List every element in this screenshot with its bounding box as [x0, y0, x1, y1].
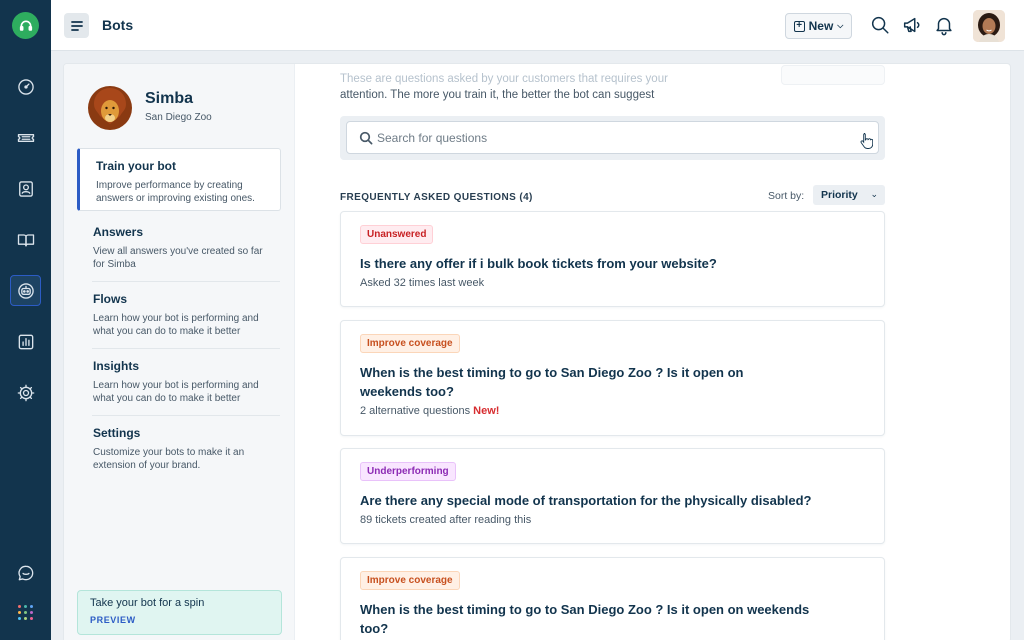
sort-value: Priority — [821, 189, 858, 201]
faq-heading: FREQUENTLY ASKED QUESTIONS (4) — [340, 192, 533, 203]
megaphone-icon[interactable] — [901, 14, 923, 36]
sort-select[interactable]: Priority ⌄ — [813, 185, 885, 205]
reports-icon[interactable] — [10, 326, 41, 357]
plus-icon: + — [793, 20, 805, 32]
question-card[interactable]: Underperforming Are there any special mo… — [340, 448, 885, 544]
question-card[interactable]: Improve coverage When is the best timing… — [340, 557, 885, 640]
preview-banner-text: Take your bot for a spin — [90, 597, 205, 609]
subnav-item-title: Flows — [93, 292, 128, 306]
subnav-item-answers[interactable]: Answers View all answers you've created … — [77, 215, 281, 278]
question-title[interactable]: Is there any offer if i bulk book ticket… — [360, 254, 820, 273]
search-panel — [340, 116, 885, 160]
question-meta: 2 alternative questions New! — [360, 405, 865, 417]
search-icon — [359, 131, 373, 145]
settings-icon[interactable] — [10, 377, 41, 408]
bot-icon[interactable] — [10, 275, 41, 306]
dashboard-icon[interactable] — [10, 71, 41, 102]
main-card: Simba San Diego Zoo Train your bot Impro… — [63, 63, 1011, 640]
headset-logo-icon[interactable] — [12, 12, 39, 39]
subnav-item-insights[interactable]: Insights Learn how your bot is performin… — [77, 349, 281, 412]
subnav-item-title: Train your bot — [96, 159, 177, 173]
new-button-label: New — [808, 19, 834, 33]
preview-banner[interactable]: Take your bot for a spin PREVIEW — [77, 590, 282, 635]
sort-label: Sort by: — [768, 190, 805, 202]
status-badge: Underperforming — [360, 462, 456, 481]
left-rail — [0, 0, 51, 640]
question-title[interactable]: When is the best timing to go to San Die… — [360, 363, 770, 401]
question-meta: Asked 32 times last week — [360, 277, 485, 289]
question-title[interactable]: Are there any special mode of transporta… — [360, 491, 830, 510]
hand-cursor-icon — [860, 133, 873, 149]
book-icon[interactable] — [10, 224, 41, 255]
search-box[interactable] — [346, 121, 879, 154]
subnav-item-desc: Customize your bots to make it an extens… — [93, 447, 245, 471]
status-badge: Unanswered — [360, 225, 434, 244]
apps-grid-icon[interactable] — [18, 605, 33, 620]
ticket-icon[interactable] — [10, 122, 41, 153]
status-badge: Improve coverage — [360, 571, 460, 590]
subnav-item-title: Insights — [93, 359, 140, 373]
avatar[interactable] — [973, 10, 1005, 42]
top-header: Bots + New ⌵ — [51, 0, 1024, 51]
subnav-item-desc: View all answers you've created so far f… — [93, 246, 263, 270]
faded-button[interactable] — [781, 65, 885, 85]
subnav-item-title: Answers — [93, 225, 144, 239]
subnav-item-desc: Improve performance by creating answers … — [96, 180, 255, 204]
subnav-item-desc: Learn how your bot is performing and wha… — [93, 313, 259, 337]
subnav-item-flows[interactable]: Flows Learn how your bot is performing a… — [77, 282, 281, 345]
new-tag: New! — [473, 405, 500, 417]
chat-icon[interactable] — [10, 557, 41, 588]
subnav-item-desc: Learn how your bot is performing and wha… — [93, 380, 259, 404]
content-area: These are questions asked by your custom… — [295, 64, 1010, 640]
bot-subnav: Simba San Diego Zoo Train your bot Impro… — [64, 64, 295, 640]
subnav-item-title: Settings — [93, 426, 141, 440]
subnav-item-settings[interactable]: Settings Customize your bots to make it … — [77, 416, 281, 479]
question-meta-text: 2 alternative questions — [360, 405, 471, 417]
preview-link[interactable]: PREVIEW — [90, 615, 269, 625]
intro-line-2: attention. The more you train it, the be… — [340, 89, 655, 101]
chevron-down-icon: ⌵ — [837, 21, 844, 30]
contacts-icon[interactable] — [10, 173, 41, 204]
bot-name: Simba — [145, 90, 194, 107]
intro-line-1: These are questions asked by your custom… — [340, 73, 668, 85]
question-meta: 89 tickets created after reading this — [360, 514, 532, 526]
question-title[interactable]: When is the best timing to go to San Die… — [360, 600, 830, 638]
status-badge: Improve coverage — [360, 334, 460, 353]
bot-avatar-lion — [86, 84, 134, 132]
question-card[interactable]: Improve coverage When is the best timing… — [340, 320, 885, 436]
question-card[interactable]: Unanswered Is there any offer if i bulk … — [340, 211, 885, 307]
search-icon[interactable] — [869, 14, 891, 36]
page-title: Bots — [102, 17, 134, 33]
subnav-item-train[interactable]: Train your bot Improve performance by cr… — [77, 148, 281, 211]
bot-location: San Diego Zoo — [145, 112, 212, 123]
chevron-down-icon: ⌄ — [870, 189, 878, 199]
menu-icon[interactable] — [64, 13, 89, 38]
search-input[interactable] — [377, 122, 847, 153]
bell-icon[interactable] — [933, 14, 955, 36]
new-button[interactable]: + New ⌵ — [785, 13, 852, 39]
intro-text: These are questions asked by your custom… — [340, 71, 700, 103]
